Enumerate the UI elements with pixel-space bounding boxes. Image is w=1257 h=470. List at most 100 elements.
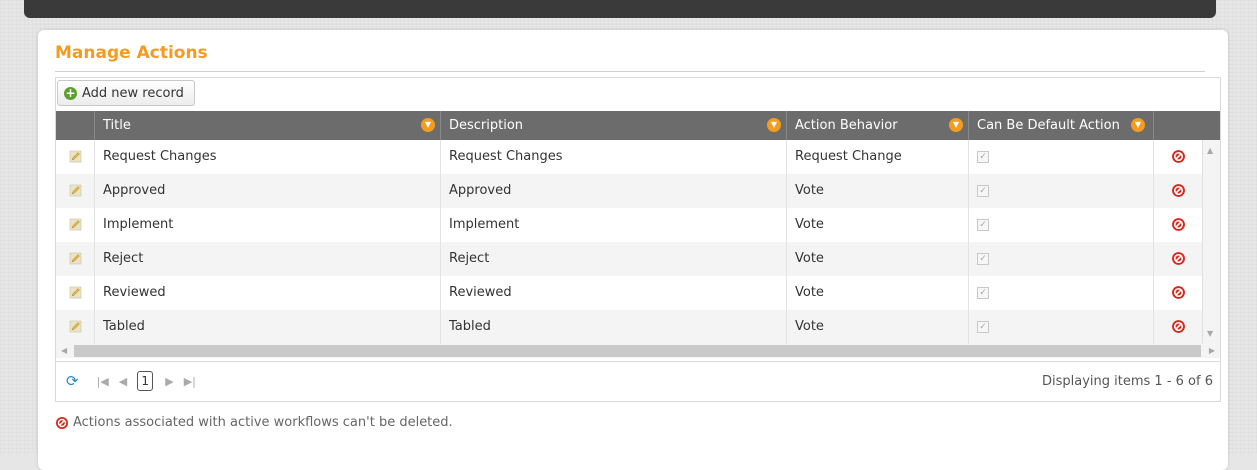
title-divider — [55, 71, 1205, 72]
edit-cell — [56, 276, 95, 310]
grid-toolbar: + Add new record — [56, 78, 1220, 111]
prohibited-icon[interactable] — [1171, 319, 1186, 334]
pencil-icon[interactable] — [69, 184, 82, 197]
column-header-action-behavior-label: Action Behavior — [795, 118, 898, 133]
plus-icon: + — [64, 85, 77, 100]
column-header-action-behavior[interactable]: Action Behavior ▼ — [787, 111, 969, 140]
delete-cell — [1154, 208, 1202, 242]
edit-cell — [56, 242, 95, 276]
filter-icon[interactable]: ▼ — [421, 118, 435, 132]
checkbox[interactable]: ✓ — [977, 150, 989, 163]
cell-can-be-default: ✓ — [969, 242, 1154, 276]
cell-title: Approved — [95, 174, 441, 208]
cell-description: Reject — [441, 242, 787, 276]
pager-info: Displaying items 1 - 6 of 6 — [1042, 373, 1213, 389]
grid-body: Request Changes Request Changes Request … — [56, 140, 1220, 344]
table-row[interactable]: Request Changes Request Changes Request … — [56, 140, 1220, 174]
cell-title: Implement — [95, 208, 441, 242]
edit-cell — [56, 174, 95, 208]
cell-can-be-default: ✓ — [969, 174, 1154, 208]
edit-cell — [56, 140, 95, 174]
delete-cell — [1154, 174, 1202, 208]
edit-cell — [56, 208, 95, 242]
cell-can-be-default: ✓ — [969, 276, 1154, 310]
manage-actions-panel: Manage Actions + Add new record Title ▼ … — [38, 30, 1228, 470]
cell-can-be-default: ✓ — [969, 208, 1154, 242]
cell-can-be-default: ✓ — [969, 140, 1154, 174]
prohibited-icon[interactable] — [1171, 285, 1186, 300]
table-row[interactable]: Tabled Tabled Vote ✓ — [56, 310, 1220, 344]
last-page-icon[interactable]: ▶| — [184, 375, 196, 388]
refresh-icon[interactable]: ⟳ — [66, 372, 79, 390]
pencil-icon[interactable] — [69, 320, 82, 333]
column-header-description[interactable]: Description ▼ — [441, 111, 787, 140]
pencil-icon[interactable] — [69, 252, 82, 265]
scroll-down-icon[interactable]: ▼ — [1207, 329, 1213, 338]
table-row[interactable]: Reviewed Reviewed Vote ✓ — [56, 276, 1220, 310]
delete-cell — [1154, 310, 1202, 344]
actions-grid: + Add new record Title ▼ Description ▼ A… — [55, 77, 1221, 402]
cell-title: Tabled — [95, 310, 441, 344]
delete-cell — [1154, 140, 1202, 174]
column-header-title[interactable]: Title ▼ — [95, 111, 441, 140]
cell-action-behavior: Vote — [787, 310, 969, 344]
table-row[interactable]: Approved Approved Vote ✓ — [56, 174, 1220, 208]
checkbox[interactable]: ✓ — [977, 320, 989, 333]
grid-pager: ⟳ |◀ ◀ 1 ▶ ▶| Displaying items 1 - 6 of … — [56, 361, 1220, 400]
column-header-can-be-default-label: Can Be Default Action — [977, 118, 1120, 133]
scroll-up-icon[interactable]: ▲ — [1207, 146, 1213, 155]
pencil-icon[interactable] — [69, 218, 82, 231]
column-header-description-label: Description — [449, 118, 524, 133]
add-new-record-label: Add new record — [82, 85, 184, 101]
first-page-icon[interactable]: |◀ — [97, 375, 109, 388]
table-row[interactable]: Implement Implement Vote ✓ — [56, 208, 1220, 242]
cell-description: Request Changes — [441, 140, 787, 174]
column-header-can-be-default-action[interactable]: Can Be Default Action ▼ — [969, 111, 1154, 140]
prohibited-icon[interactable] — [1171, 251, 1186, 266]
checkbox[interactable]: ✓ — [977, 252, 989, 265]
filter-icon[interactable]: ▼ — [949, 118, 963, 132]
current-page-number[interactable]: 1 — [137, 371, 154, 391]
prohibited-icon — [56, 416, 68, 429]
previous-page-icon[interactable]: ◀ — [119, 375, 127, 388]
filter-icon[interactable]: ▼ — [1131, 118, 1145, 132]
cell-action-behavior: Vote — [787, 276, 969, 310]
cell-can-be-default: ✓ — [969, 310, 1154, 344]
prohibited-icon[interactable] — [1171, 149, 1186, 164]
header-edit-column — [56, 111, 95, 140]
cell-action-behavior: Vote — [787, 208, 969, 242]
cell-description: Approved — [441, 174, 787, 208]
checkbox[interactable]: ✓ — [977, 286, 989, 299]
checkbox[interactable]: ✓ — [977, 218, 989, 231]
next-page-icon[interactable]: ▶ — [165, 375, 173, 388]
pencil-icon[interactable] — [69, 286, 82, 299]
page-title: Manage Actions — [55, 43, 208, 63]
filter-icon[interactable]: ▼ — [767, 118, 781, 132]
cell-action-behavior: Vote — [787, 242, 969, 276]
delete-cell — [1154, 276, 1202, 310]
top-bar — [24, 0, 1216, 18]
prohibited-icon[interactable] — [1171, 183, 1186, 198]
horizontal-scroll-thumb[interactable] — [74, 345, 1201, 357]
scroll-left-icon[interactable]: ◀ — [61, 344, 67, 358]
header-delete-column — [1154, 111, 1202, 140]
cell-title: Reviewed — [95, 276, 441, 310]
grid-header: Title ▼ Description ▼ Action Behavior ▼ … — [56, 111, 1220, 140]
scroll-right-icon[interactable]: ▶ — [1209, 344, 1215, 358]
pencil-icon[interactable] — [69, 150, 82, 163]
add-new-record-button[interactable]: + Add new record — [57, 80, 195, 106]
prohibited-icon[interactable] — [1171, 217, 1186, 232]
footer-note: Actions associated with active workflows… — [55, 415, 453, 430]
cell-description: Tabled — [441, 310, 787, 344]
cell-title: Request Changes — [95, 140, 441, 174]
vertical-scrollbar[interactable]: ▲ ▼ — [1202, 140, 1220, 344]
column-header-title-label: Title — [103, 118, 131, 133]
horizontal-scrollbar[interactable]: ◀ ▶ — [56, 344, 1220, 358]
checkbox[interactable]: ✓ — [977, 184, 989, 197]
cell-action-behavior: Vote — [787, 174, 969, 208]
cell-action-behavior: Request Change — [787, 140, 969, 174]
cell-title: Reject — [95, 242, 441, 276]
header-scroll-spacer — [1202, 111, 1220, 140]
cell-description: Implement — [441, 208, 787, 242]
table-row[interactable]: Reject Reject Vote ✓ — [56, 242, 1220, 276]
